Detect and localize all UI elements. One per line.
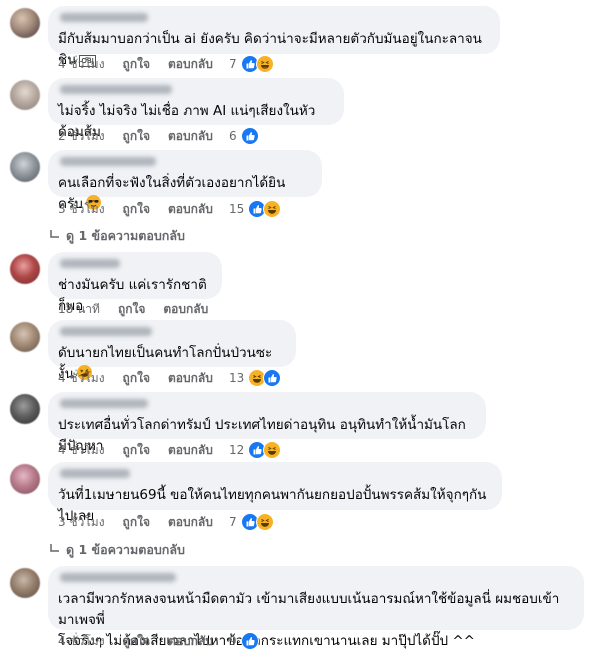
like-link[interactable]: ถูกใจ: [123, 200, 150, 219]
like-link[interactable]: ถูกใจ: [123, 369, 150, 388]
comment-meta: 4 ชั่วโมง ถูกใจ ตอบกลับ: [58, 441, 231, 459]
comment-time[interactable]: 2 ชั่วโมง: [58, 127, 105, 146]
comment-time[interactable]: 18 นาที: [58, 300, 100, 319]
reaction-summary[interactable]: 6: [229, 127, 259, 145]
avatar[interactable]: [10, 394, 40, 424]
reaction-count: 7: [229, 515, 237, 529]
comment-meta: 4 ชั่วโมง ถูกใจ ตอบกลับ: [58, 55, 231, 73]
like-link[interactable]: ถูกใจ: [123, 127, 150, 146]
view-replies-text: ดู 1 ข้อความตอบกลับ: [66, 228, 185, 243]
reaction-summary[interactable]: 13: [229, 369, 282, 387]
reply-link[interactable]: ตอบกลับ: [168, 55, 213, 74]
like-link[interactable]: ถูกใจ: [123, 441, 150, 460]
comment-time[interactable]: 4 ชั่วโมง: [58, 55, 105, 74]
view-replies-text: ดู 1 ข้อความตอบกลับ: [66, 542, 185, 557]
author-name-redacted[interactable]: [60, 399, 148, 408]
comment-meta: 18 นาที ถูกใจ ตอบกลับ: [58, 300, 226, 318]
haha-icon: [263, 441, 282, 459]
like-link[interactable]: ถูกใจ: [123, 55, 150, 74]
reaction-summary[interactable]: 7: [229, 55, 274, 73]
reply-link[interactable]: ตอบกลับ: [168, 369, 213, 388]
haha-icon: [263, 200, 282, 218]
like-link[interactable]: ถูกใจ: [118, 300, 145, 319]
comment-meta: 4 ชั่วโมง ถูกใจ ตอบกลับ: [58, 632, 231, 650]
haha-icon: [255, 513, 274, 531]
view-replies-link[interactable]: ดู 1 ข้อความตอบกลับ: [48, 540, 185, 560]
comment-meta: 3 ชั่วโมง ถูกใจ ตอบกลับ: [58, 200, 231, 218]
reply-link[interactable]: ตอบกลับ: [168, 513, 213, 532]
avatar[interactable]: [10, 254, 40, 284]
avatar[interactable]: [10, 464, 40, 494]
haha-icon: [255, 55, 274, 73]
comment-time[interactable]: 4 ชั่วโมง: [58, 369, 105, 388]
avatar[interactable]: [10, 8, 40, 38]
comment-bubble: ช่างมันครับ แค่เรารักชาติก็พอ: [48, 252, 222, 314]
author-name-redacted[interactable]: [60, 327, 152, 336]
like-link[interactable]: ถูกใจ: [123, 632, 150, 651]
comment-bubble: ดับนายกไทยเป็นคนทำโลกปั่นป่วนซะงั้น: [48, 320, 296, 382]
avatar[interactable]: [10, 568, 40, 598]
avatar[interactable]: [10, 152, 40, 182]
comment-meta: 4 ชั่วโมง ถูกใจ ตอบกลับ: [58, 369, 231, 387]
reply-arrow-icon: [50, 230, 59, 238]
author-name-redacted[interactable]: [60, 157, 156, 166]
reaction-count: 7: [229, 57, 237, 71]
comment-time[interactable]: 4 ชั่วโมง: [58, 441, 105, 460]
reaction-count: 13: [229, 371, 245, 385]
reply-link[interactable]: ตอบกลับ: [163, 300, 208, 319]
comment-time[interactable]: 4 ชั่วโมง: [58, 632, 105, 651]
reaction-summary[interactable]: 12: [229, 441, 282, 459]
like-icon: [240, 632, 259, 650]
reaction-summary[interactable]: 7: [229, 513, 274, 531]
reply-link[interactable]: ตอบกลับ: [168, 200, 213, 219]
reaction-summary[interactable]: 9: [229, 632, 259, 650]
reaction-summary[interactable]: 15: [229, 200, 282, 218]
comment-time[interactable]: 3 ชั่วโมง: [58, 200, 105, 219]
author-name-redacted[interactable]: [60, 573, 176, 582]
reaction-count: 12: [229, 443, 245, 457]
reaction-count: 15: [229, 202, 245, 216]
comment-meta: 3 ชั่วโมง ถูกใจ ตอบกลับ: [58, 513, 231, 531]
view-replies-link[interactable]: ดู 1 ข้อความตอบกลับ: [48, 226, 185, 246]
reply-link[interactable]: ตอบกลับ: [168, 127, 213, 146]
avatar[interactable]: [10, 322, 40, 352]
comment-bubble: ไม่จริ้ง ไม่จริง ไม่เชื่อ ภาพ AI แน่ๆเสี…: [48, 78, 344, 140]
reply-arrow-icon: [50, 544, 59, 552]
comment-bubble: เวลามีพวกรักหลงจนหน้ามืดตามัว เข้ามาเสีย…: [48, 566, 584, 649]
comment-bubble: คนเลือกที่จะฟังในสิ่งที่ตัวเองอยากได้ยิน…: [48, 150, 322, 212]
like-icon: [263, 369, 282, 387]
comment-bubble: วันที่1เมษายน69นี้ ขอให้คนไทยทุกคนพากันย…: [48, 462, 502, 524]
author-name-redacted[interactable]: [60, 85, 172, 94]
like-link[interactable]: ถูกใจ: [123, 513, 150, 532]
reaction-count: 9: [229, 634, 237, 648]
avatar[interactable]: [10, 80, 40, 110]
comment-bubble: มีกับส้มมาบอกว่าเป็น ai ยังครับ คิดว่าน่…: [48, 6, 500, 68]
author-name-redacted[interactable]: [60, 259, 120, 268]
reply-link[interactable]: ตอบกลับ: [168, 632, 213, 651]
reaction-count: 6: [229, 129, 237, 143]
like-icon: [240, 127, 259, 145]
comment-meta: 2 ชั่วโมง ถูกใจ ตอบกลับ: [58, 127, 231, 145]
comment-time[interactable]: 3 ชั่วโมง: [58, 513, 105, 532]
comment-bubble: ประเทศอื่นทั่วโลกด่าทรัมป์ ประเทศไทยด่าอ…: [48, 392, 486, 454]
reply-link[interactable]: ตอบกลับ: [168, 441, 213, 460]
author-name-redacted[interactable]: [60, 469, 130, 478]
author-name-redacted[interactable]: [60, 13, 148, 22]
